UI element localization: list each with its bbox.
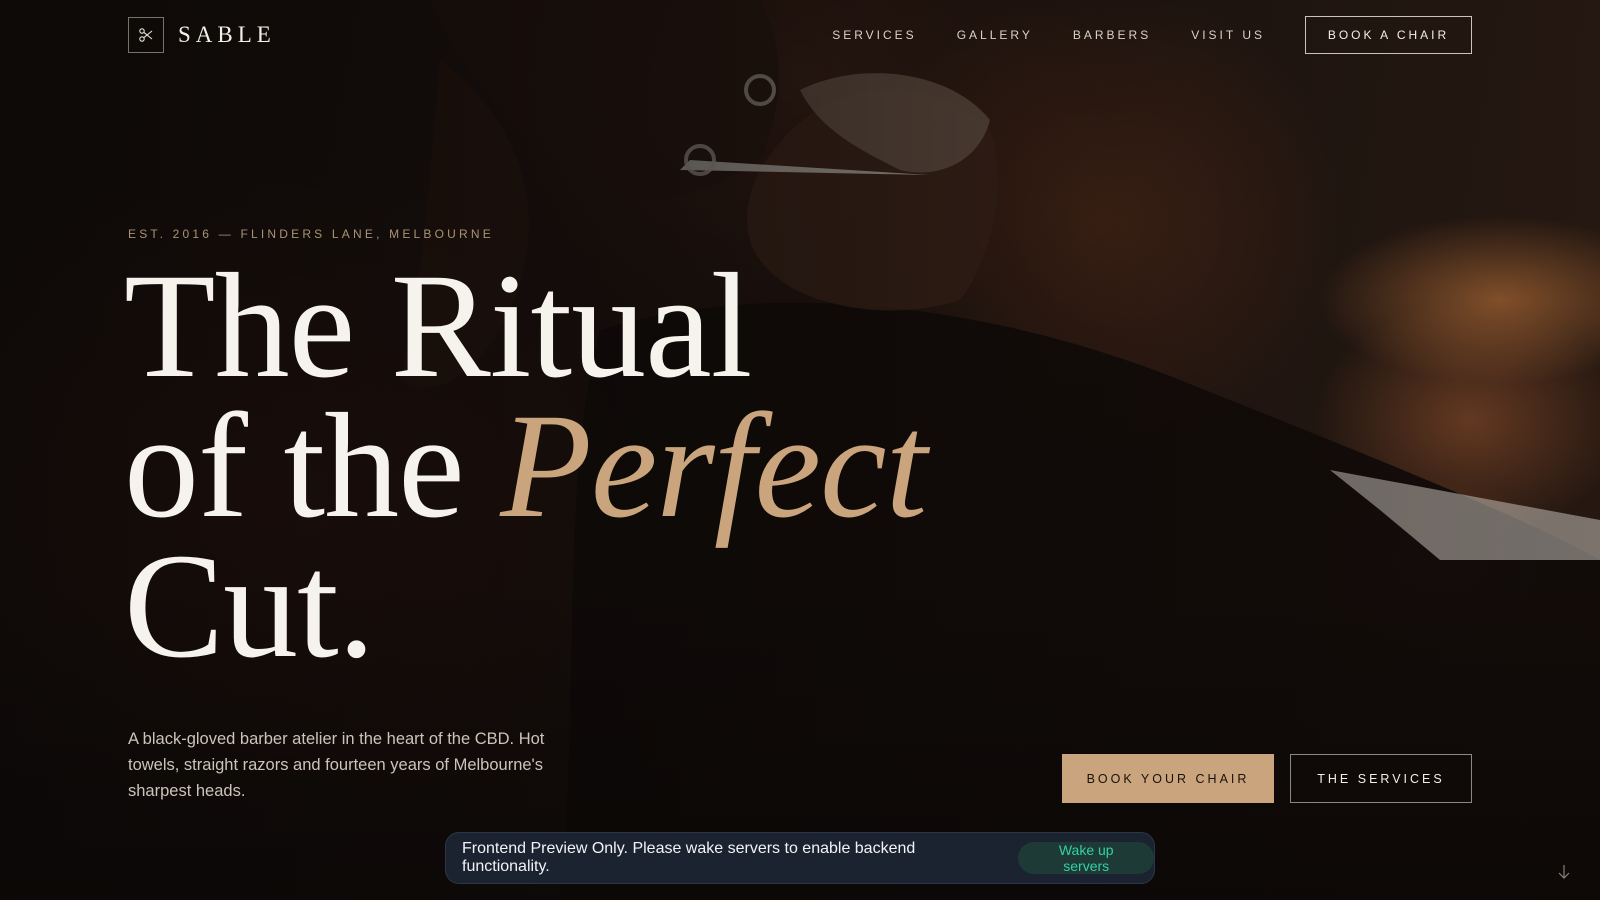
nav-link-services[interactable]: SERVICES [832, 28, 916, 42]
the-services-button[interactable]: THE SERVICES [1290, 754, 1472, 803]
hero-eyebrow: EST. 2016 — FLINDERS LANE, MELBOURNE [128, 227, 494, 241]
hero-cta-group: BOOK YOUR CHAIR THE SERVICES [1062, 754, 1472, 803]
book-a-chair-button[interactable]: BOOK A CHAIR [1305, 16, 1472, 54]
nav-links: SERVICES GALLERY BARBERS VISIT US BOOK A… [792, 16, 1472, 54]
nav-link-barbers[interactable]: BARBERS [1073, 28, 1151, 42]
nav-link-gallery[interactable]: GALLERY [957, 28, 1033, 42]
arrow-down-icon[interactable] [1556, 864, 1572, 880]
hero-headline: The Ritual of the Perfect Cut. [124, 251, 927, 681]
headline-line-3: Cut. [124, 523, 375, 689]
wake-up-servers-button[interactable]: Wake up servers [1018, 842, 1154, 874]
hero-description: A black-gloved barber atelier in the hea… [128, 730, 545, 800]
scissors-icon [128, 17, 164, 53]
preview-notice-toast: Frontend Preview Only. Please wake serve… [445, 832, 1155, 884]
brand-logo[interactable]: SABLE [128, 17, 276, 53]
brand-name: SABLE [178, 22, 276, 47]
book-your-chair-button[interactable]: BOOK YOUR CHAIR [1062, 754, 1274, 803]
toast-message: Frontend Preview Only. Please wake serve… [462, 840, 916, 875]
nav-link-visit-us[interactable]: VISIT US [1191, 28, 1265, 42]
headline-accent: Perfect [500, 383, 927, 549]
top-navigation: SABLE SERVICES GALLERY BARBERS VISIT US … [128, 16, 1472, 54]
